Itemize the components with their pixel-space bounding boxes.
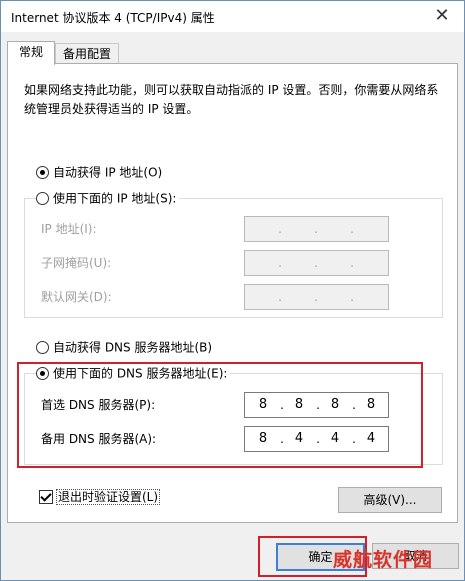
- description-text: 如果网络支持此功能，则可以获取自动指派的 IP 设置。否则，你需要从网络系统管理…: [24, 83, 439, 116]
- default-gateway-field[interactable]: ...: [244, 284, 389, 310]
- watermark-text: 威航软件园: [333, 549, 434, 571]
- advanced-button[interactable]: 高级(V)...: [338, 487, 442, 513]
- checkbox-checked-indicator: [39, 489, 53, 504]
- radio-auto-ip-label: 自动获得 IP 地址(O): [53, 165, 163, 180]
- radio-manual-ip-indicator: [36, 192, 49, 205]
- title-bar: Internet 协议版本 4 (TCP/IPv4) 属性 ✕: [1, 1, 464, 32]
- radio-auto-dns[interactable]: 自动获得 DNS 服务器地址(B): [36, 338, 212, 356]
- subnet-mask-field[interactable]: ...: [244, 250, 389, 276]
- close-icon[interactable]: ✕: [432, 5, 452, 27]
- default-gateway-label: 默认网关(D):: [41, 290, 112, 304]
- tab-alternate-config[interactable]: 备用配置: [55, 43, 119, 64]
- radio-manual-ip-label: 使用下面的 IP 地址(S):: [53, 191, 177, 206]
- ip-address-label: IP 地址(I):: [41, 222, 97, 236]
- subnet-mask-label: 子网掩码(U):: [41, 256, 112, 270]
- dialog-window: Internet 协议版本 4 (TCP/IPv4) 属性 ✕ 常规 备用配置 …: [0, 0, 465, 581]
- radio-auto-ip-indicator: [36, 166, 49, 179]
- ip-address-field[interactable]: ...: [244, 216, 389, 242]
- radio-auto-dns-label: 自动获得 DNS 服务器地址(B): [53, 340, 213, 355]
- general-tab-panel: 如果网络支持此功能，则可以获取自动指派的 IP 设置。否则，你需要从网络系统管理…: [7, 63, 458, 523]
- tab-general[interactable]: 常规: [7, 41, 55, 65]
- radio-manual-ip[interactable]: 使用下面的 IP 地址(S):: [36, 189, 180, 207]
- radio-auto-dns-indicator: [36, 341, 49, 354]
- validate-on-exit-label: 退出时验证设置(L): [56, 488, 161, 505]
- window-title: Internet 协议版本 4 (TCP/IPv4) 属性: [11, 11, 215, 25]
- dns-highlight-box: [17, 362, 423, 468]
- validate-on-exit-checkbox[interactable]: 退出时验证设置(L): [39, 488, 161, 505]
- radio-auto-ip[interactable]: 自动获得 IP 地址(O): [36, 163, 162, 181]
